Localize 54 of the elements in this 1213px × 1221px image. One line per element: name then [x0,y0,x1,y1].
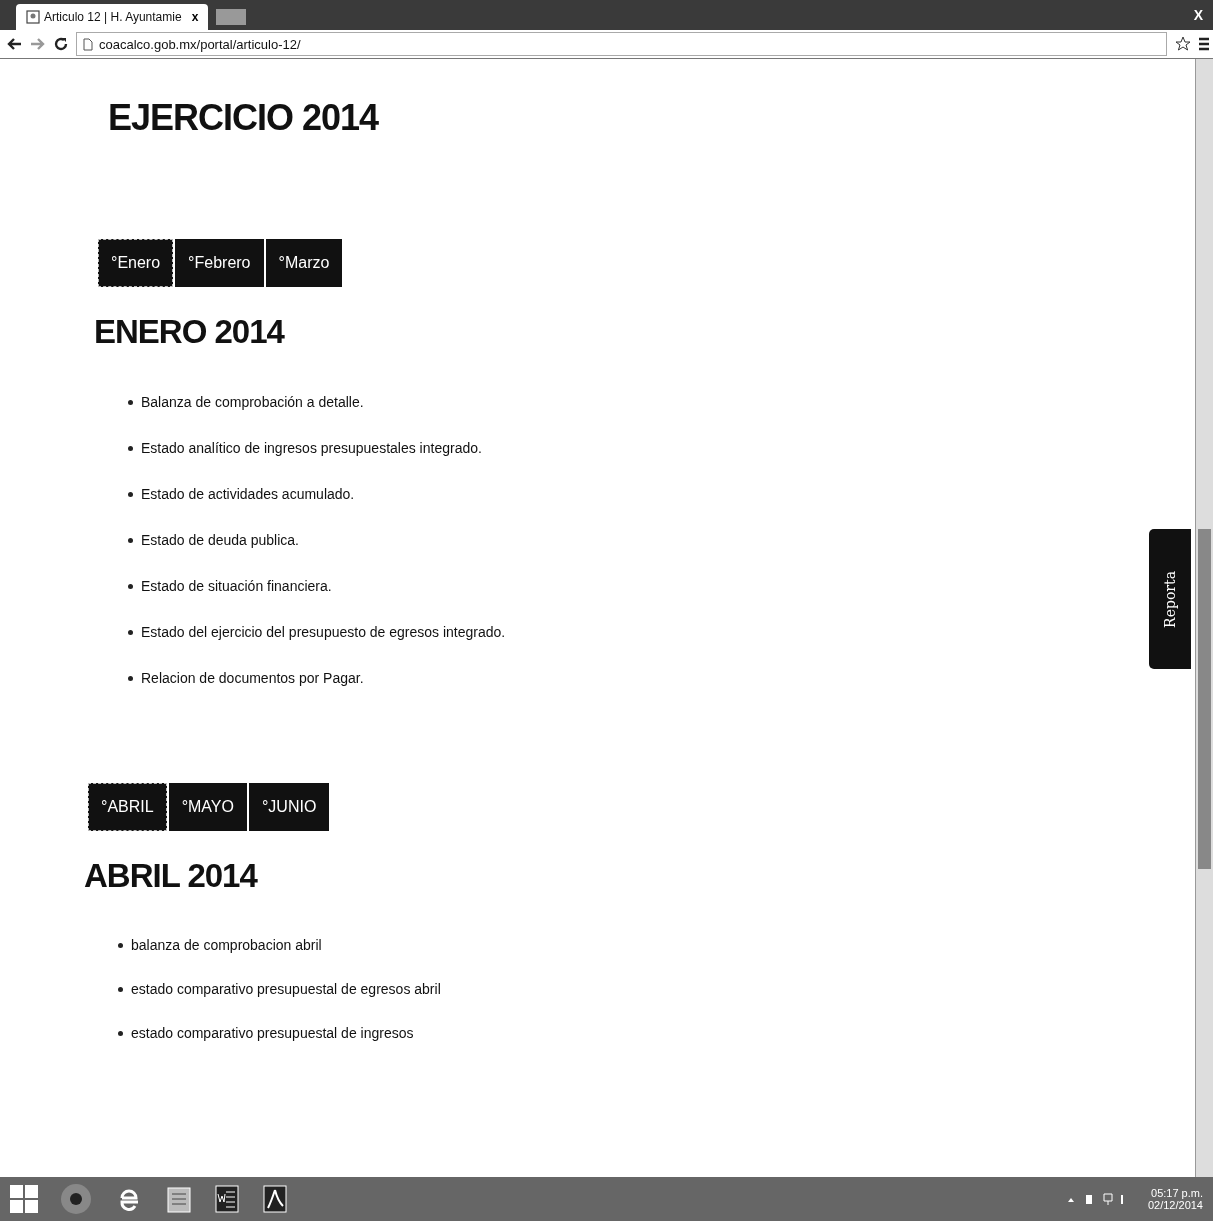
section-heading: ABRIL 2014 [84,857,259,895]
section-heading: ENERO 2014 [94,313,286,351]
document-link[interactable]: Balanza de comprobación a detalle. [141,394,364,410]
bullet-icon [118,1030,123,1036]
bullet-icon [128,629,133,635]
document-link[interactable]: Estado analítico de ingresos presupuestales integrado. [141,440,482,456]
document-link[interactable]: balanza de comprobacion abril [131,937,322,953]
document-link[interactable]: estado comparativo presupuestal de ingresos [131,1025,414,1041]
document-icon[interactable] [214,1184,240,1214]
tab-title: Articulo 12 | H. Ayuntamie [44,10,182,24]
browser-tab[interactable]: Articulo 12 | H. Ayuntamie x [16,4,209,30]
scrollbar-thumb[interactable] [1198,529,1211,869]
page-icon [83,37,93,51]
month-tab[interactable]: °Marzo [265,239,343,287]
new-tab-button[interactable] [216,9,247,25]
pdf-icon[interactable] [262,1184,288,1214]
windows-logo-icon[interactable] [10,1185,38,1213]
report-side-tab[interactable]: Reporta [1149,529,1191,669]
bullet-icon [128,537,133,543]
back-arrow-icon[interactable] [6,37,22,51]
document-link[interactable]: Estado de situación financiera. [141,578,332,594]
tray-icons[interactable] [1065,1192,1126,1206]
forward-arrow-icon[interactable] [30,37,46,51]
bullet-icon [118,986,123,992]
month-tab[interactable]: °MAYO [168,783,247,831]
clock-time: 05:17 p.m. [1151,1187,1203,1199]
window-close-button[interactable]: X [1183,7,1213,23]
month-tab[interactable]: °Enero [98,239,174,287]
folder-icon[interactable] [166,1184,192,1214]
page-title: EJERCICIO 2014 [108,97,380,139]
month-tab[interactable]: °ABRIL [88,783,167,831]
month-tab[interactable]: °JUNIO [248,783,330,831]
bullet-icon [128,583,133,589]
tab-close-button[interactable]: x [191,10,199,24]
circle-app-icon[interactable] [60,1183,92,1215]
scrollbar[interactable] [1195,59,1213,1177]
bullet-icon [128,399,133,405]
url-text: coacalco.gob.mx/portal/articulo-12/ [99,36,301,52]
document-link[interactable]: Estado del ejercicio del presupuesto de egresos integrado. [141,624,506,640]
menu-icon[interactable] [1199,37,1209,51]
address-field[interactable]: coacalco.gob.mx/portal/articulo-12/ [76,32,1167,56]
document-link[interactable]: Relacion de documentos por Pagar. [141,670,364,686]
reload-icon[interactable] [54,37,68,51]
page-icon [26,10,40,24]
bullet-icon [118,942,123,948]
bullet-icon [128,675,133,681]
bullet-icon [128,445,133,451]
month-tab[interactable]: °Febrero [175,239,264,287]
document-link[interactable]: Estado de deuda publica. [141,532,299,548]
clock-date: 02/12/2014 [1147,1199,1203,1211]
document-link[interactable]: estado comparativo presupuestal de egresos abril [131,981,441,997]
bullet-icon [128,491,133,497]
document-link[interactable]: Estado de actividades acumulado. [141,486,355,502]
star-icon[interactable] [1175,36,1191,52]
